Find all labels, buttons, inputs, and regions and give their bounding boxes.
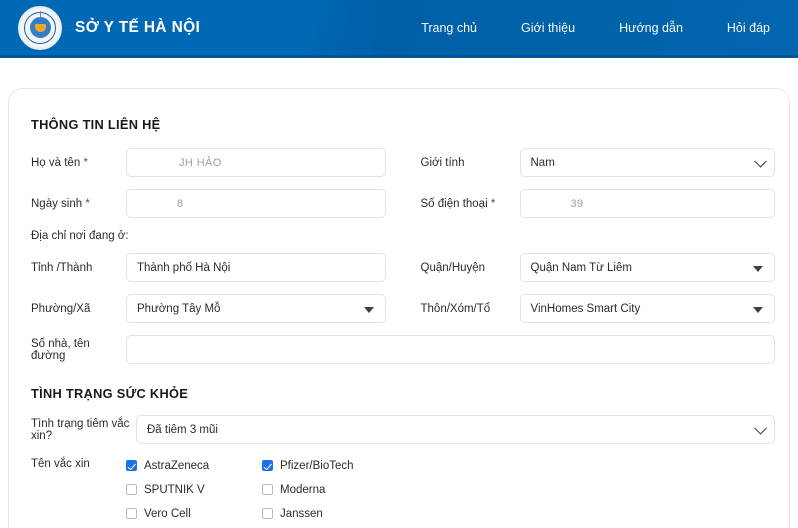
label-birthdate: Ngày sinh *: [31, 197, 90, 210]
contact-section-title: THÔNG TIN LIÊN HỆ: [31, 117, 161, 132]
form-row-birthdate-phone: Ngày sinh * 8 Số điện thoại * 39: [23, 189, 775, 218]
gender-value: Nam: [530, 156, 555, 169]
checkbox-label: SPUTNIK V: [144, 483, 205, 496]
form-row-vaccine-names: Tên vắc xin AstraZeneca SPUTNIK V Vero C…: [23, 456, 775, 528]
label-province: Tỉnh /Thành: [31, 261, 93, 274]
vaccine-status-value: Đã tiêm 3 mũi: [147, 423, 218, 436]
site-header: SỞ Y TẾ HÀ NỘI Trang chủ Giới thiệu Hướn…: [0, 0, 798, 58]
nav-item-trang-chu[interactable]: Trang chủ: [421, 21, 477, 35]
form-row-street: Số nhà, tên đường: [23, 335, 775, 364]
birthdate-value: 8: [177, 197, 184, 210]
label-phone: Số điện thoại *: [420, 197, 496, 210]
street-input[interactable]: [126, 335, 775, 364]
vaccine-checkbox-grid: AstraZeneca SPUTNIK V Vero Cell Pfizer/B…: [126, 456, 775, 528]
ward-value: Phường Tây Mỗ: [137, 302, 221, 315]
gender-select[interactable]: Nam: [519, 148, 775, 177]
hamlet-value: VinHomes Smart City: [530, 302, 641, 315]
registration-form-card: THÔNG TIN LIÊN HỆ Họ và tên * JH HẢO Giớ…: [8, 88, 790, 528]
province-input[interactable]: Thành phố Hà Nội: [126, 253, 386, 282]
chevron-down-icon: [754, 421, 767, 435]
checkbox-checked-icon[interactable]: [126, 460, 137, 471]
chevron-down-icon: [754, 154, 767, 168]
checkbox-label: Pfizer/BioTech: [280, 459, 354, 472]
nav-item-hoi-dap[interactable]: Hỏi đáp: [727, 21, 770, 35]
label-street: Số nhà, tên đường: [31, 337, 90, 362]
address-subheading: Địa chỉ nơi đang ở:: [31, 230, 129, 242]
checkbox-moderna[interactable]: Moderna: [262, 480, 398, 499]
birthdate-input[interactable]: 8: [126, 189, 386, 218]
checkbox-unchecked-icon[interactable]: [126, 508, 137, 519]
label-vaccine-names: Tên vắc xin: [31, 458, 90, 470]
caret-down-icon: [363, 306, 374, 313]
checkbox-sputnik-v[interactable]: SPUTNIK V: [126, 480, 262, 499]
caret-down-icon: [753, 265, 763, 272]
main-nav: Trang chủ Giới thiệu Hướng dẫn Hỏi đáp: [421, 21, 770, 35]
caret-down-icon: [753, 306, 763, 313]
form-row-province-district: Tỉnh /Thành Thành phố Hà Nội Quận/Huyện …: [23, 253, 775, 282]
form-row-vaccine-status: Tình trạng tiêm vắc xin? Đã tiêm 3 mũi: [23, 415, 775, 444]
label-gender: Giới tính: [420, 156, 465, 169]
checkbox-label: Janssen: [280, 507, 323, 520]
checkbox-astrazeneca[interactable]: AstraZeneca: [126, 456, 262, 475]
checkbox-label: Vero Cell: [144, 507, 191, 520]
checkbox-vero-cell[interactable]: Vero Cell: [126, 504, 262, 523]
hamlet-select[interactable]: VinHomes Smart City: [519, 294, 775, 323]
vaccine-column-1: AstraZeneca SPUTNIK V Vero Cell: [126, 456, 262, 528]
province-value: Thành phố Hà Nội: [137, 261, 231, 274]
hanoi-health-department-emblem-icon: [18, 5, 62, 50]
checkbox-pfizer-biotech[interactable]: Pfizer/BioTech: [262, 456, 398, 475]
checkbox-label: Moderna: [280, 483, 326, 496]
checkbox-label: AstraZeneca: [144, 459, 210, 472]
label-hamlet: Thôn/Xóm/Tổ: [420, 302, 491, 315]
nav-item-huong-dan[interactable]: Hướng dẫn: [619, 21, 683, 35]
vaccine-column-2: Pfizer/BioTech Moderna Janssen: [262, 456, 398, 528]
checkbox-unchecked-icon[interactable]: [126, 484, 137, 495]
checkbox-checked-icon[interactable]: [262, 460, 273, 471]
label-district: Quận/Huyện: [420, 261, 486, 274]
checkbox-unchecked-icon[interactable]: [262, 508, 273, 519]
checkbox-janssen[interactable]: Janssen: [262, 504, 398, 523]
district-select[interactable]: Quận Nam Từ Liêm: [519, 253, 775, 282]
checkbox-unchecked-icon[interactable]: [262, 484, 273, 495]
form-row-ward-hamlet: Phường/Xã Phường Tây Mỗ Thôn/Xóm/Tổ VinH…: [23, 294, 775, 323]
health-section-title: TÌNH TRẠNG SỨC KHỎE: [31, 386, 189, 401]
brand-title: SỞ Y TẾ HÀ NỘI: [75, 18, 201, 36]
label-fullname: Họ và tên *: [31, 156, 88, 169]
phone-input[interactable]: 39: [519, 189, 775, 218]
phone-value: 39: [570, 197, 584, 210]
district-value: Quận Nam Từ Liêm: [530, 261, 632, 274]
brand[interactable]: SỞ Y TẾ HÀ NỘI: [18, 5, 201, 50]
fullname-value: JH HẢO: [179, 156, 222, 169]
vaccine-status-select[interactable]: Đã tiêm 3 mũi: [136, 415, 775, 444]
fullname-input[interactable]: JH HẢO: [126, 148, 386, 177]
nav-item-gioi-thieu[interactable]: Giới thiệu: [521, 21, 575, 35]
label-vaccine-status: Tình trạng tiêm vắc xin?: [31, 417, 130, 442]
form-row-name-gender: Họ và tên * JH HẢO Giới tính Nam: [23, 148, 775, 177]
label-ward: Phường/Xã: [31, 302, 91, 315]
ward-select[interactable]: Phường Tây Mỗ: [126, 294, 386, 323]
